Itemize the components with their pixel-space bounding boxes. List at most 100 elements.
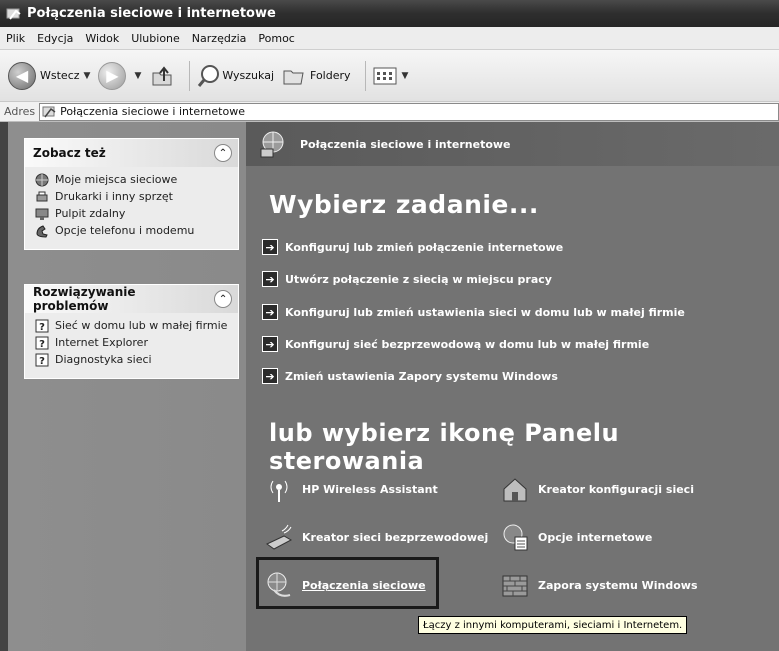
pick-task-title: Wybierz zadanie... xyxy=(269,190,539,219)
title-bar: Połączenia sieciowe i internetowe xyxy=(0,0,779,27)
internet-options-icon xyxy=(503,524,528,551)
views-grid-icon xyxy=(373,67,397,84)
folders-label: Foldery xyxy=(310,69,351,82)
task-label: Konfiguruj sieć bezprzewodową w domu lub… xyxy=(285,337,650,351)
firewall-icon xyxy=(502,575,528,597)
see-also-item-remote-desktop[interactable]: Pulpit zdalny xyxy=(35,207,230,221)
wireless-network-icon xyxy=(266,524,293,550)
task-pane: Zobacz też ⌃ Moje miejsca sieciowe Druka… xyxy=(0,122,246,651)
views-button[interactable]: ▼ xyxy=(372,65,409,87)
toolbar: ◀ Wstecz ▼ ▶ ▼ Wyszukaj Foldery ▼ xyxy=(0,50,779,102)
cp-icon-label: Zapora systemu Windows xyxy=(538,578,698,592)
help-icon: ? xyxy=(35,336,49,350)
cp-icon-windows-firewall[interactable]: Zapora systemu Windows xyxy=(500,570,698,600)
see-also-header[interactable]: Zobacz też ⌃ xyxy=(25,139,238,167)
network-folder-icon xyxy=(6,8,21,20)
search-button[interactable]: Wyszukaj xyxy=(196,63,274,89)
address-field[interactable]: Połączenia sieciowe i internetowe xyxy=(39,102,779,121)
task-label: Zmień ustawienia Zapory systemu Windows xyxy=(285,369,558,383)
chevron-down-icon[interactable]: ▼ xyxy=(84,71,91,81)
toolbar-separator xyxy=(364,60,366,91)
troubleshoot-label: Internet Explorer xyxy=(55,336,148,349)
arrow-right-icon: ➔ xyxy=(262,336,278,352)
troubleshoot-item-home-network[interactable]: ? Sieć w domu lub w małej firmie xyxy=(35,319,230,333)
menu-file[interactable]: Plik xyxy=(0,32,31,45)
back-button[interactable]: ◀ Wstecz ▼ xyxy=(8,61,91,90)
troubleshoot-item-internet-explorer[interactable]: ? Internet Explorer xyxy=(35,336,230,350)
cp-icon-wireless-network-wizard[interactable]: Kreator sieci bezprzewodowej xyxy=(264,522,488,552)
up-folder-icon xyxy=(152,65,172,85)
category-title: Połączenia sieciowe i internetowe xyxy=(300,137,511,151)
troubleshoot-panel: Rozwiązywanie problemów ⌃ ? Sieć w domu … xyxy=(24,284,239,379)
up-folder-button[interactable] xyxy=(149,63,175,89)
cp-icon-internet-options[interactable]: Opcje internetowe xyxy=(500,522,652,552)
see-also-label: Opcje telefonu i modemu xyxy=(55,224,195,237)
menu-edit[interactable]: Edycja xyxy=(31,32,79,45)
forward-arrow-icon: ▶ xyxy=(98,61,127,90)
svg-text:?: ? xyxy=(39,339,45,350)
network-connections-icon xyxy=(260,131,284,158)
search-label: Wyszukaj xyxy=(222,69,275,82)
pick-icon-title: lub wybierz ikonę Panelu sterowania xyxy=(269,419,620,475)
cp-icon-hp-wireless-assistant[interactable]: HP Wireless Assistant xyxy=(264,474,438,504)
selection-highlight xyxy=(256,557,439,609)
troubleshoot-title: Rozwiązywanie problemów xyxy=(33,285,136,313)
menu-view[interactable]: Widok xyxy=(79,32,125,45)
task-link-workplace-connection[interactable]: ➔ Utwórz połączenie z siecią w miejscu p… xyxy=(262,271,552,287)
troubleshoot-label: Diagnostyka sieci xyxy=(55,353,152,366)
task-label: Utwórz połączenie z siecią w miejscu pra… xyxy=(285,272,552,286)
folders-button[interactable]: Foldery xyxy=(282,65,351,87)
task-label: Konfiguruj lub zmień ustawienia sieci w … xyxy=(285,305,685,319)
address-bar: Adres Połączenia sieciowe i internetowe xyxy=(0,102,779,122)
cp-icon-label: Opcje internetowe xyxy=(538,530,653,544)
collapse-icon[interactable]: ⌃ xyxy=(214,144,232,162)
house-network-icon xyxy=(503,478,527,502)
tooltip: Łączy z innymi komputerami, sieciami i I… xyxy=(418,616,688,634)
task-link-firewall-settings[interactable]: ➔ Zmień ustawienia Zapory systemu Window… xyxy=(262,368,558,384)
wireless-antenna-icon xyxy=(270,480,288,502)
menu-favorites[interactable]: Ulubione xyxy=(125,32,186,45)
arrow-right-icon: ➔ xyxy=(262,271,278,287)
see-also-panel: Zobacz też ⌃ Moje miejsca sieciowe Druka… xyxy=(24,138,239,250)
see-also-item-printers[interactable]: Drukarki i inny sprzęt xyxy=(35,190,230,204)
troubleshoot-item-diagnostics[interactable]: ? Diagnostyka sieci xyxy=(35,353,230,367)
chevron-down-icon[interactable]: ▼ xyxy=(134,71,141,81)
folders-icon xyxy=(283,70,304,84)
task-link-home-network[interactable]: ➔ Konfiguruj lub zmień ustawienia sieci … xyxy=(262,304,685,320)
help-icon: ? xyxy=(35,319,49,333)
cp-icon-label: HP Wireless Assistant xyxy=(302,482,438,496)
collapse-icon[interactable]: ⌃ xyxy=(214,290,232,308)
remote-desktop-icon xyxy=(35,208,49,220)
see-also-label: Moje miejsca sieciowe xyxy=(55,173,178,186)
arrow-right-icon: ➔ xyxy=(262,368,278,384)
back-arrow-icon: ◀ xyxy=(8,61,36,90)
task-label: Konfiguruj lub zmień połączenie internet… xyxy=(285,240,564,254)
see-also-item-phone-modem[interactable]: Opcje telefonu i modemu xyxy=(35,224,230,238)
cp-icon-label: Kreator konfiguracji sieci xyxy=(538,482,694,496)
see-also-label: Pulpit zdalny xyxy=(55,207,126,220)
back-label: Wstecz xyxy=(40,69,80,82)
troubleshoot-label: Sieć w domu lub w małej firmie xyxy=(55,319,228,332)
task-link-wireless-network[interactable]: ➔ Konfiguruj sieć bezprzewodową w domu l… xyxy=(262,336,649,352)
see-also-item-my-network-places[interactable]: Moje miejsca sieciowe xyxy=(35,173,230,187)
network-folder-icon xyxy=(42,106,56,117)
arrow-right-icon: ➔ xyxy=(262,304,278,320)
cp-icon-label: Kreator sieci bezprzewodowej xyxy=(302,530,489,544)
toolbar-separator xyxy=(189,60,191,91)
menu-help[interactable]: Pomoc xyxy=(252,32,300,45)
see-also-label: Drukarki i inny sprzęt xyxy=(55,190,173,203)
see-also-title: Zobacz też xyxy=(33,146,106,160)
category-header: Połączenia sieciowe i internetowe xyxy=(246,122,779,166)
window-title: Połączenia sieciowe i internetowe xyxy=(27,6,276,21)
cp-icon-network-setup-wizard[interactable]: Kreator konfiguracji sieci xyxy=(500,474,694,504)
menu-tools[interactable]: Narzędzia xyxy=(186,32,253,45)
address-label: Adres xyxy=(4,105,36,118)
phone-icon xyxy=(36,225,48,238)
arrow-right-icon: ➔ xyxy=(262,239,278,255)
chevron-down-icon[interactable]: ▼ xyxy=(402,71,409,81)
troubleshoot-header[interactable]: Rozwiązywanie problemów ⌃ xyxy=(25,285,238,313)
forward-button[interactable]: ▶ ▼ xyxy=(98,61,141,90)
task-link-internet-connection[interactable]: ➔ Konfiguruj lub zmień połączenie intern… xyxy=(262,239,563,255)
svg-text:?: ? xyxy=(39,322,45,333)
address-value: Połączenia sieciowe i internetowe xyxy=(60,105,245,118)
